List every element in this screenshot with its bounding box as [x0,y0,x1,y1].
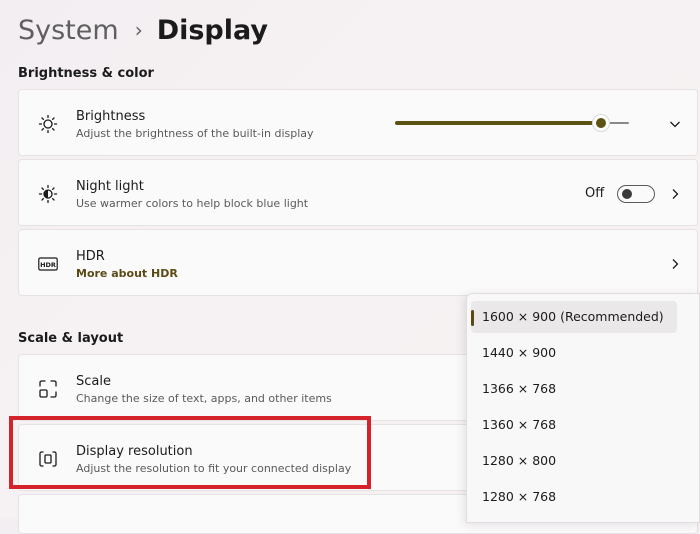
brightness-slider-fill [395,121,593,125]
night-light-state: Off [585,186,605,201]
resolution-option-label: 1280 × 768 [482,489,557,504]
resolution-option[interactable]: 1440 × 900 [471,337,677,369]
highlight-box [9,416,371,489]
brightness-card[interactable]: Brightness Adjust the brightness of the … [18,89,698,156]
svg-text:HDR: HDR [40,261,56,269]
breadcrumb-system[interactable]: System [18,15,119,46]
chevron-right-icon[interactable] [669,258,681,270]
breadcrumb-chevron-icon: › [134,18,143,42]
section-scale-layout: Scale & layout [18,331,124,346]
resolution-option-label: 1360 × 768 [482,417,557,432]
hdr-more-link[interactable]: More about HDR [76,267,178,280]
brightness-slider-track [609,122,629,124]
night-light-subtitle: Use warmer colors to help block blue lig… [76,197,309,210]
scale-icon [39,380,57,398]
resolution-option[interactable]: 1360 × 768 [471,409,677,441]
scale-subtitle: Change the size of text, apps, and other… [76,392,332,405]
selected-indicator [471,310,474,326]
resolution-option[interactable]: 1366 × 768 [471,373,677,405]
section-brightness-color: Brightness & color [18,66,154,81]
night-light-card[interactable]: Night light Use warmer colors to help bl… [18,159,698,226]
resolution-option-label: 1280 × 800 [482,453,557,468]
page-title: Display [156,14,268,46]
hdr-icon: HDR [38,257,58,271]
resolution-option[interactable]: 1280 × 768 [471,481,677,513]
night-light-title: Night light [76,179,144,194]
brightness-slider-thumb[interactable] [593,115,609,131]
resolution-option[interactable]: 1600 × 900 (Recommended) [471,301,677,333]
resolution-option-label: 1600 × 900 (Recommended) [482,309,664,324]
brightness-slider[interactable] [395,115,629,131]
hdr-title: HDR [76,249,105,264]
night-light-toggle[interactable] [617,185,655,203]
resolution-option[interactable]: 1280 × 800 [471,445,677,477]
scale-title: Scale [76,374,111,389]
chevron-right-icon[interactable] [669,188,681,200]
sun-icon [38,114,58,134]
brightness-title: Brightness [76,109,146,124]
resolution-option-label: 1366 × 768 [482,381,557,396]
chevron-down-icon[interactable] [669,118,681,130]
night-light-icon [38,184,58,204]
resolution-dropdown[interactable]: 1600 × 900 (Recommended) 1440 × 900 1366 ×… [466,293,700,523]
hdr-card[interactable]: HDR HDR More about HDR [18,229,698,296]
breadcrumb: System › Display [18,10,268,50]
resolution-option-label: 1440 × 900 [482,345,557,360]
brightness-subtitle: Adjust the brightness of the built-in di… [76,127,314,140]
